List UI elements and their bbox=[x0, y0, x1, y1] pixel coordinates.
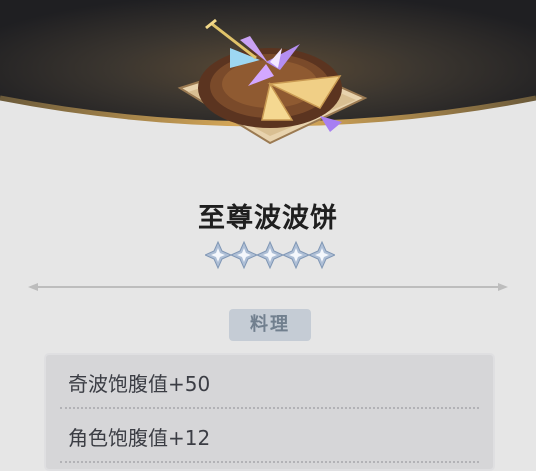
category-tag: 料理 bbox=[229, 309, 311, 341]
divider bbox=[28, 279, 508, 293]
diamond-star-icon bbox=[229, 240, 259, 270]
effect-row: 奇波饱腹值+50 bbox=[46, 355, 493, 409]
dish-illustration-icon bbox=[170, 18, 370, 148]
effect-row: 角色饱腹值+12 bbox=[46, 409, 493, 463]
diamond-star-icon bbox=[307, 240, 337, 270]
diamond-star-icon bbox=[255, 240, 285, 270]
item-title: 至尊波波饼 bbox=[198, 203, 338, 234]
rarity-stars bbox=[203, 240, 337, 270]
diamond-star-icon bbox=[203, 240, 233, 270]
effects-panel: 奇波饱腹值+50 角色饱腹值+12 bbox=[44, 353, 495, 471]
diamond-star-icon bbox=[281, 240, 311, 270]
